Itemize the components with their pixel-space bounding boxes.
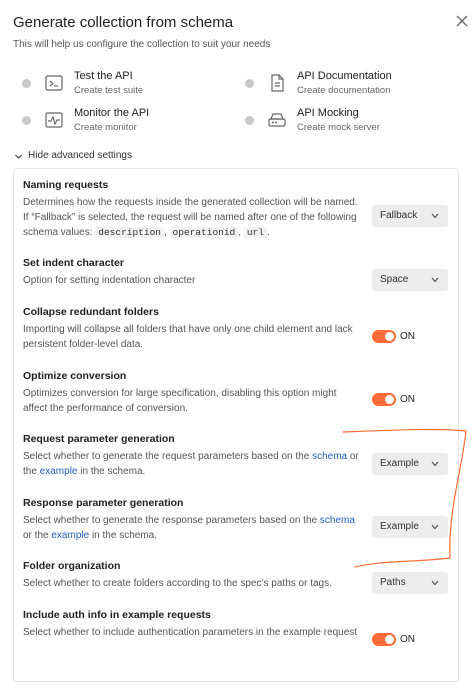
select-value: Fallback	[380, 210, 418, 221]
naming-requests-select[interactable]: Fallback	[372, 205, 448, 227]
radio-button[interactable]	[22, 79, 31, 88]
pulse-icon	[44, 110, 64, 130]
option-title: API Mocking	[297, 107, 359, 119]
response-parameter-select[interactable]: Example	[372, 516, 448, 538]
close-icon[interactable]	[455, 14, 469, 28]
setting-title: Optimize conversion	[23, 370, 127, 382]
server-icon	[267, 110, 287, 130]
option-title: Monitor the API	[74, 107, 150, 119]
toggle-switch[interactable]	[372, 393, 396, 406]
code-url: url	[243, 227, 267, 238]
option-monitor-api[interactable]: Monitor the API Create monitor	[22, 107, 222, 140]
setting-naming-requests: Naming requests Determines how the reque…	[23, 179, 363, 240]
indent-character-select[interactable]: Space	[372, 269, 448, 291]
toggle-switch[interactable]	[372, 633, 396, 646]
option-subtitle: Create monitor	[74, 122, 137, 133]
option-subtitle: Create test suite	[74, 85, 144, 96]
setting-description: Select whether to generate the request p…	[23, 451, 359, 477]
document-icon	[267, 73, 287, 93]
setting-description: Select whether to include authentication…	[23, 627, 358, 638]
option-api-mocking[interactable]: API Mocking Create mock server	[245, 107, 455, 140]
setting-description: Select whether to create folders accordi…	[23, 578, 332, 589]
setting-description: Importing will collapse all folders that…	[23, 324, 353, 350]
chevron-down-icon	[15, 154, 22, 159]
schema-link[interactable]: schema	[312, 451, 347, 462]
setting-title: Request parameter generation	[23, 433, 175, 445]
radio-button[interactable]	[245, 116, 254, 125]
dialog-title: Generate collection from schema	[13, 14, 234, 31]
terminal-icon	[44, 73, 64, 93]
setting-optimize-conversion: Optimize conversion Optimizes conversion…	[23, 370, 363, 416]
toggle-state: ON	[400, 634, 415, 645]
setting-title: Set indent character	[23, 257, 124, 269]
select-value: Space	[380, 274, 409, 285]
toggle-switch[interactable]	[372, 330, 396, 343]
example-link[interactable]: example	[51, 530, 89, 541]
setting-title: Naming requests	[23, 179, 109, 191]
option-test-api[interactable]: Test the API Create test suite	[22, 70, 222, 103]
setting-include-auth-info: Include auth info in example requests Se…	[23, 609, 363, 640]
dialog-header: Generate collection from schema This wil…	[0, 0, 474, 60]
setting-indent-character: Set indent character Option for setting …	[23, 257, 363, 288]
code-description: description	[95, 227, 164, 238]
setting-description: Option for setting indentation character	[23, 275, 196, 286]
chevron-down-icon	[431, 580, 439, 586]
advanced-settings-label: Hide advanced settings	[28, 150, 132, 161]
select-value: Example	[380, 458, 419, 469]
radio-button[interactable]	[245, 79, 254, 88]
select-value: Example	[380, 521, 419, 532]
setting-response-parameter-generation: Response parameter generation Select whe…	[23, 497, 363, 543]
toggle-state: ON	[400, 394, 415, 405]
setting-description: Optimizes conversion for large specifica…	[23, 388, 337, 414]
setting-folder-organization: Folder organization Select whether to cr…	[23, 560, 363, 591]
setting-description: Determines how the requests inside the g…	[23, 197, 358, 238]
chevron-down-icon	[431, 461, 439, 467]
setting-description: Select whether to generate the response …	[23, 515, 355, 541]
setting-request-parameter-generation: Request parameter generation Select whet…	[23, 433, 363, 479]
setting-title: Include auth info in example requests	[23, 609, 211, 621]
option-api-documentation[interactable]: API Documentation Create documentation	[245, 70, 455, 103]
setting-title: Response parameter generation	[23, 497, 184, 509]
radio-button[interactable]	[22, 116, 31, 125]
select-value: Paths	[380, 577, 406, 588]
folder-organization-select[interactable]: Paths	[372, 572, 448, 594]
setting-collapse-folders: Collapse redundant folders Importing wil…	[23, 306, 363, 352]
example-link[interactable]: example	[40, 466, 78, 477]
setting-title: Folder organization	[23, 560, 121, 572]
advanced-settings-panel	[13, 168, 459, 682]
request-parameter-select[interactable]: Example	[372, 453, 448, 475]
chevron-down-icon	[431, 213, 439, 219]
chevron-down-icon	[431, 524, 439, 530]
setting-title: Collapse redundant folders	[23, 306, 159, 318]
collapse-folders-toggle[interactable]: ON	[372, 330, 422, 344]
optimize-conversion-toggle[interactable]: ON	[372, 393, 422, 407]
chevron-down-icon	[431, 277, 439, 283]
option-title: API Documentation	[297, 70, 392, 82]
code-operationid: operationid	[169, 227, 239, 238]
toggle-state: ON	[400, 331, 415, 342]
option-title: Test the API	[74, 70, 133, 82]
option-subtitle: Create documentation	[297, 85, 391, 96]
schema-link[interactable]: schema	[320, 515, 355, 526]
dialog-subtitle: This will help us configure the collecti…	[13, 39, 271, 50]
include-auth-info-toggle[interactable]: ON	[372, 633, 422, 647]
option-subtitle: Create mock server	[297, 122, 380, 133]
